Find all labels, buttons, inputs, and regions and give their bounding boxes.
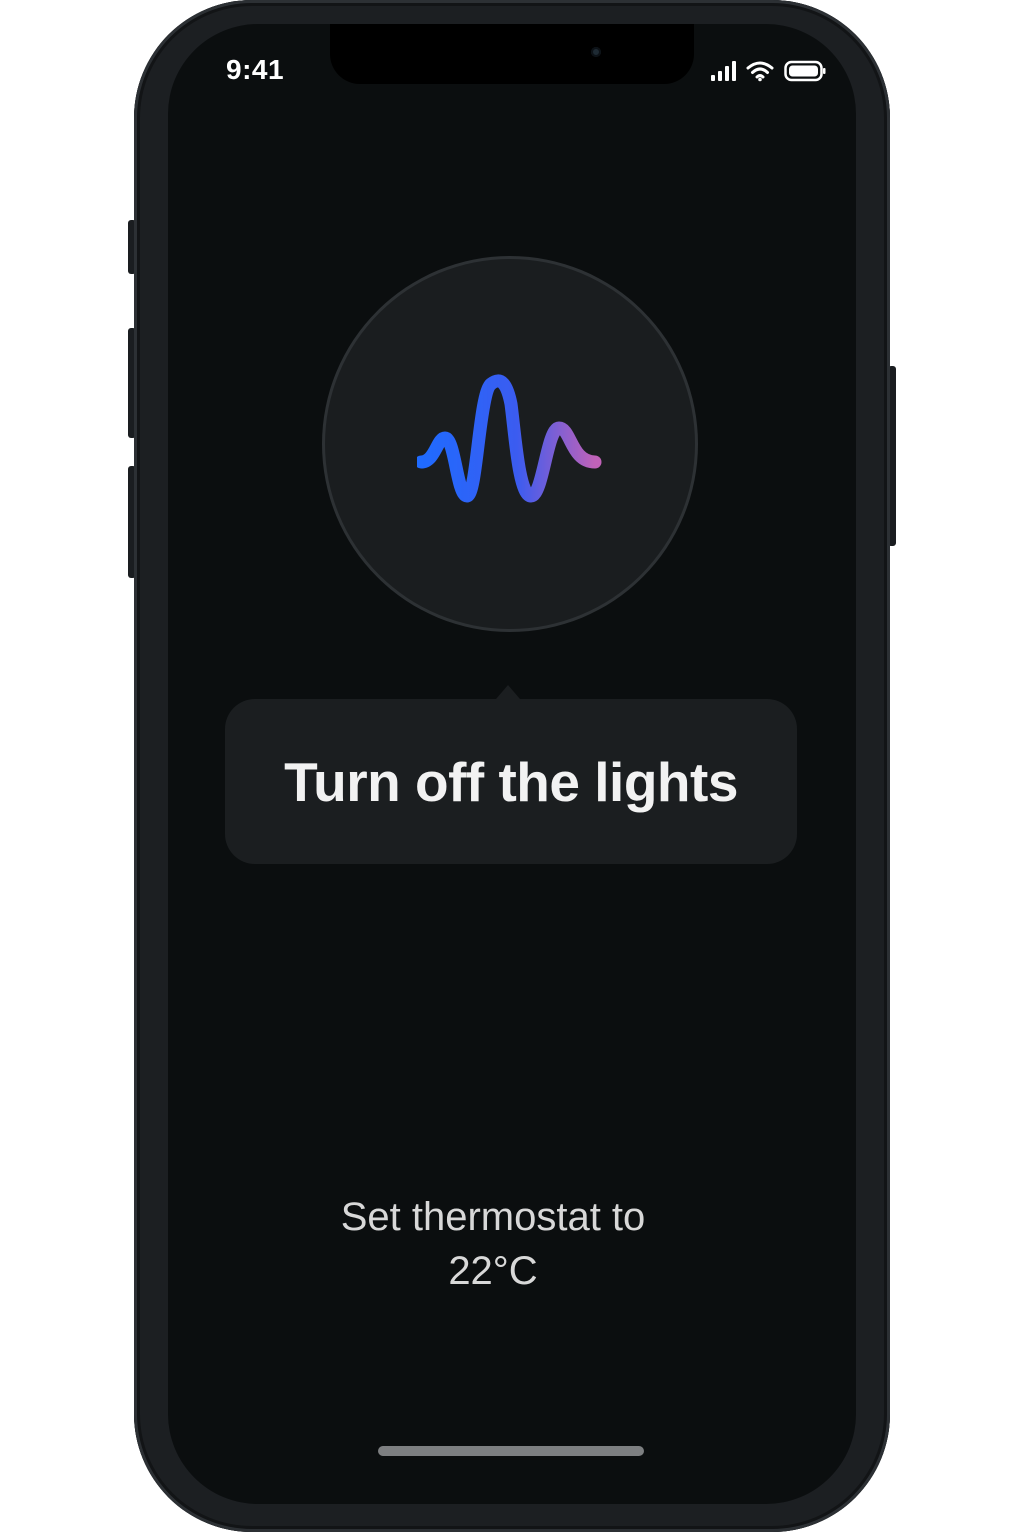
suggestion-line-1: Set thermostat to — [340, 1195, 646, 1239]
suggestion-line-2: 22°C — [448, 1249, 538, 1293]
status-time: 9:41 — [226, 54, 285, 85]
voice-waveform-icon — [417, 374, 602, 503]
device-mockup: 9:41 Turn off the lights Set thermostat … — [0, 0, 1024, 1536]
battery-icon — [784, 60, 826, 82]
screen: 9:41 Turn off the lights Set thermostat … — [168, 24, 856, 1504]
wifi-icon — [746, 61, 774, 82]
transcript-text: Turn off the lights — [284, 750, 738, 813]
suggestion-text[interactable]: Set thermostat to 22°C — [258, 1190, 728, 1298]
home-indicator[interactable] — [378, 1446, 644, 1456]
cellular-signal-icon — [711, 61, 736, 81]
voice-assistant-button[interactable] — [325, 259, 695, 629]
camera-icon — [591, 47, 601, 57]
status-icons — [711, 60, 826, 82]
notch — [330, 24, 694, 84]
transcript-bubble: Turn off the lights — [225, 699, 797, 864]
